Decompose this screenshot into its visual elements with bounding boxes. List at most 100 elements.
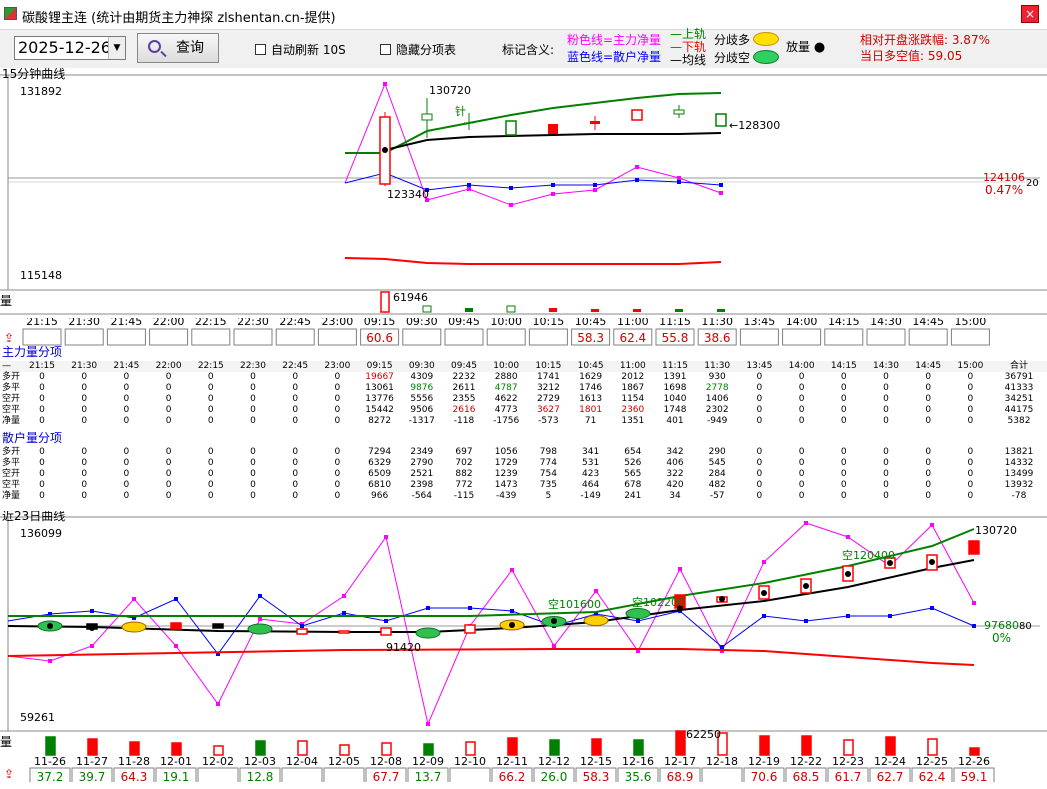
pct-value: 62.4	[619, 331, 646, 345]
table-cell: 0	[756, 491, 763, 501]
blue-line-legend: 蓝色线=散户净量	[567, 50, 662, 64]
candle-bar	[590, 121, 600, 124]
time-label: 22:30	[237, 318, 269, 328]
pct-box	[739, 328, 779, 346]
row-label: 空平	[2, 405, 21, 415]
header-cell: 14:45	[915, 361, 942, 371]
table-cell: 0	[883, 416, 889, 426]
date-label: 12-02	[202, 756, 234, 768]
row-total: -78	[1011, 491, 1027, 501]
pct-box	[149, 328, 189, 346]
table-cell: 0	[123, 416, 130, 426]
table-cell: 2778	[705, 383, 729, 393]
table-cell: 241	[624, 491, 642, 501]
volume-bar	[885, 736, 896, 756]
table-cell: 3212	[536, 383, 560, 393]
table-cell: 0	[165, 491, 172, 501]
table-cell: 0	[207, 383, 214, 393]
blue-point	[509, 186, 513, 190]
pct-box	[191, 328, 231, 346]
header-total: 合计	[1009, 361, 1028, 371]
pct-value: 62.4	[919, 770, 946, 782]
volume-dot	[803, 583, 809, 589]
table-cell: 0	[967, 372, 974, 382]
table-cell: 34	[669, 491, 681, 501]
table-title: 散户量分项	[2, 431, 63, 445]
pct-value: 68.9	[667, 770, 694, 782]
pct-box	[908, 328, 948, 346]
checkbox-box[interactable]	[255, 44, 266, 55]
volume-bar	[675, 309, 683, 312]
pct-value: 59.1	[961, 770, 988, 782]
blue-point	[762, 614, 766, 618]
pink-point	[972, 601, 976, 605]
time-label: 14:30	[870, 318, 902, 328]
table-cell: 5	[545, 491, 552, 501]
row-label: 空开	[2, 469, 21, 479]
date-label: 12-01	[160, 756, 192, 768]
pink-point	[846, 535, 850, 539]
date-label: 12-22	[790, 756, 822, 768]
header-cell: 09:30	[408, 361, 435, 371]
table-cell: 0	[925, 416, 932, 426]
date-picker[interactable]: 2025-12-26 ▼	[14, 36, 126, 60]
date-label: 12-04	[286, 756, 318, 768]
table-cell: 0	[39, 491, 45, 501]
date-label: 12-26	[958, 756, 990, 768]
table-cell: 0	[334, 480, 341, 490]
table-cell: 0	[123, 383, 130, 393]
pct-box	[106, 328, 146, 346]
green-ellipse-icon	[415, 627, 441, 639]
chevron-down-icon[interactable]: ▼	[108, 37, 125, 59]
volume-dot	[719, 596, 725, 602]
blue-point	[468, 606, 472, 610]
pct-value: 67.7	[373, 770, 400, 782]
auto-refresh-checkbox[interactable]: 自动刷新 10S	[255, 41, 346, 58]
query-label: 查询	[176, 40, 204, 56]
yellow-ellipse-icon	[121, 621, 147, 633]
table-cell: 0	[925, 372, 932, 382]
time-label: 13:45	[744, 318, 776, 328]
pct-value: 60.6	[366, 331, 393, 345]
table-cell: 0	[883, 372, 889, 382]
table-cell: 0	[123, 491, 130, 501]
pct-box	[701, 767, 743, 782]
table-cell: 0	[967, 480, 974, 490]
volume-bar	[507, 737, 518, 756]
row-total: 41333	[1004, 383, 1034, 393]
table-cell: 0	[883, 458, 889, 468]
table-cell: 0	[292, 458, 299, 468]
table-cell: 0	[967, 491, 974, 501]
blue-point	[551, 183, 555, 187]
table-cell: 0	[250, 416, 256, 426]
checkbox-box[interactable]	[380, 44, 391, 55]
table-cell: 2729	[536, 394, 560, 404]
pink-point	[635, 165, 639, 169]
volume-bar	[87, 738, 98, 756]
blue-point	[593, 183, 597, 187]
candle-bar	[212, 623, 224, 629]
date-label: 12-08	[370, 756, 402, 768]
table-row: 空平 0 0 0 0 0 0 0 0 6810 2398 772 1473 735 464 678 420 482…	[0, 480, 1047, 491]
pink-point	[467, 187, 471, 191]
empty-label: 空102200	[632, 595, 685, 609]
table-cell: 0	[883, 491, 889, 501]
table-cell: 0	[250, 447, 256, 457]
pct-value: 70.6	[751, 770, 778, 782]
query-button[interactable]: 查询	[137, 33, 219, 63]
table-cell: 0	[292, 447, 299, 457]
table-cell: 0	[925, 447, 932, 457]
candle-bar	[464, 624, 476, 634]
y-min-label: 59261	[20, 711, 55, 724]
table-cell: -115	[453, 491, 475, 501]
hide-items-checkbox[interactable]: 隐藏分项表	[380, 41, 456, 58]
table-cell: 678	[624, 480, 642, 490]
pink-point	[384, 535, 388, 539]
green-ellipse-icon	[625, 608, 651, 619]
table-cell: 1698	[663, 383, 687, 393]
date-label: 11-28	[118, 756, 150, 768]
blue-point	[635, 178, 639, 182]
table-cell: 420	[666, 480, 684, 490]
close-button[interactable]: ×	[1021, 5, 1039, 23]
table-cell: 0	[840, 491, 847, 501]
